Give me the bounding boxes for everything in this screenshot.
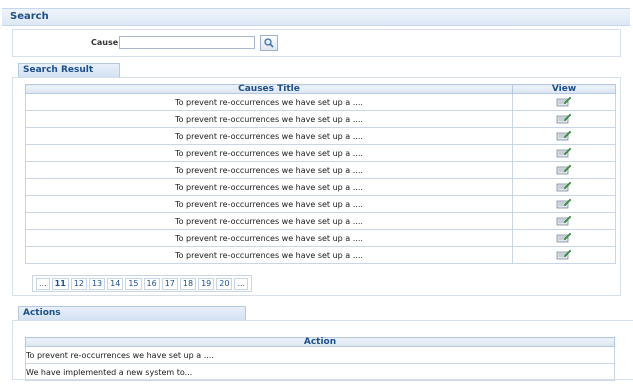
- view-cell: [512, 127, 616, 145]
- pager-page[interactable]: 13: [88, 277, 106, 290]
- view-icon[interactable]: [556, 249, 572, 260]
- view-cell: [512, 229, 616, 247]
- cause-title-cell: To prevent re-occurrences we have set up…: [25, 144, 513, 162]
- pager-page[interactable]: 12: [70, 277, 87, 290]
- table-row: To prevent re-occurrences we have set up…: [25, 346, 615, 364]
- view-cell: [512, 144, 616, 162]
- view-cell: [512, 178, 616, 196]
- pager-next[interactable]: ...: [234, 277, 249, 290]
- view-cell: [512, 195, 616, 213]
- pager-page[interactable]: 17: [161, 277, 178, 290]
- cause-title-cell: To prevent re-occurrences we have set up…: [25, 246, 513, 264]
- table-row: To prevent re-occurrences we have set up…: [25, 212, 616, 230]
- view-icon[interactable]: [556, 130, 572, 141]
- view-icon[interactable]: [556, 96, 572, 107]
- table-row: To prevent re-occurrences we have set up…: [25, 110, 616, 128]
- view-cell: [512, 161, 616, 179]
- search-result-title: Search Result: [23, 65, 94, 75]
- column-header-action: Action: [25, 337, 615, 347]
- pager-page[interactable]: 18: [179, 277, 197, 290]
- cause-title-cell: To prevent re-occurrences we have set up…: [25, 161, 513, 179]
- actions-tab: Actions: [18, 306, 246, 321]
- search-result-tab: Search Result: [18, 63, 120, 78]
- view-icon[interactable]: [556, 232, 572, 243]
- causes-table: Causes Title View To prevent re-occurren…: [25, 84, 616, 264]
- cause-title-cell: To prevent re-occurrences we have set up…: [25, 195, 513, 213]
- cause-input[interactable]: [119, 36, 255, 49]
- table-row: To prevent re-occurrences we have set up…: [25, 93, 616, 111]
- pager-page[interactable]: 16: [143, 277, 160, 290]
- cause-title-cell: To prevent re-occurrences we have set up…: [25, 212, 513, 230]
- pager-page[interactable]: 14: [107, 277, 124, 290]
- view-icon[interactable]: [556, 147, 572, 158]
- table-row: To prevent re-occurrences we have set up…: [25, 195, 616, 213]
- search-panel: Cause :: [12, 29, 621, 57]
- view-cell: [512, 212, 616, 230]
- cause-title-cell: To prevent re-occurrences we have set up…: [25, 229, 513, 247]
- view-icon[interactable]: [556, 164, 572, 175]
- view-icon[interactable]: [556, 113, 572, 124]
- view-icon[interactable]: [556, 181, 572, 192]
- cause-title-cell: To prevent re-occurrences we have set up…: [25, 110, 513, 128]
- pager-page[interactable]: 11: [51, 277, 69, 290]
- pager-page[interactable]: 20: [216, 277, 233, 290]
- cause-title-cell: To prevent re-occurrences we have set up…: [25, 93, 513, 111]
- search-icon: [264, 38, 274, 48]
- column-header-view: View: [512, 84, 616, 94]
- search-button[interactable]: [260, 35, 278, 51]
- action-cell: To prevent re-occurrences we have set up…: [25, 346, 615, 364]
- view-cell: [512, 93, 616, 111]
- table-row: We have implemented a new system to...: [25, 363, 615, 381]
- table-row: To prevent re-occurrences we have set up…: [25, 229, 616, 247]
- cause-title-cell: To prevent re-occurrences we have set up…: [25, 178, 513, 196]
- table-row: To prevent re-occurrences we have set up…: [25, 161, 616, 179]
- actions-table: Action To prevent re-occurrences we have…: [25, 337, 615, 381]
- table-row: To prevent re-occurrences we have set up…: [25, 246, 616, 264]
- pager-page[interactable]: 19: [198, 277, 215, 290]
- view-icon[interactable]: [556, 215, 572, 226]
- column-header-causes-title: Causes Title: [25, 84, 513, 94]
- table-row: To prevent re-occurrences we have set up…: [25, 127, 616, 145]
- action-cell: We have implemented a new system to...: [25, 363, 615, 381]
- view-cell: [512, 110, 616, 128]
- pager-page[interactable]: 15: [125, 277, 142, 290]
- pager-prev[interactable]: ...: [36, 277, 50, 290]
- table-row: To prevent re-occurrences we have set up…: [25, 144, 616, 162]
- view-icon[interactable]: [556, 198, 572, 209]
- actions-title: Actions: [23, 308, 61, 318]
- search-header: Search: [2, 8, 630, 26]
- search-header-title: Search: [10, 11, 49, 22]
- cause-title-cell: To prevent re-occurrences we have set up…: [25, 127, 513, 145]
- table-row: To prevent re-occurrences we have set up…: [25, 178, 616, 196]
- view-cell: [512, 246, 616, 264]
- pagination: ... 11 12 13 14 15 16 17 18 19 20 ...: [32, 275, 253, 292]
